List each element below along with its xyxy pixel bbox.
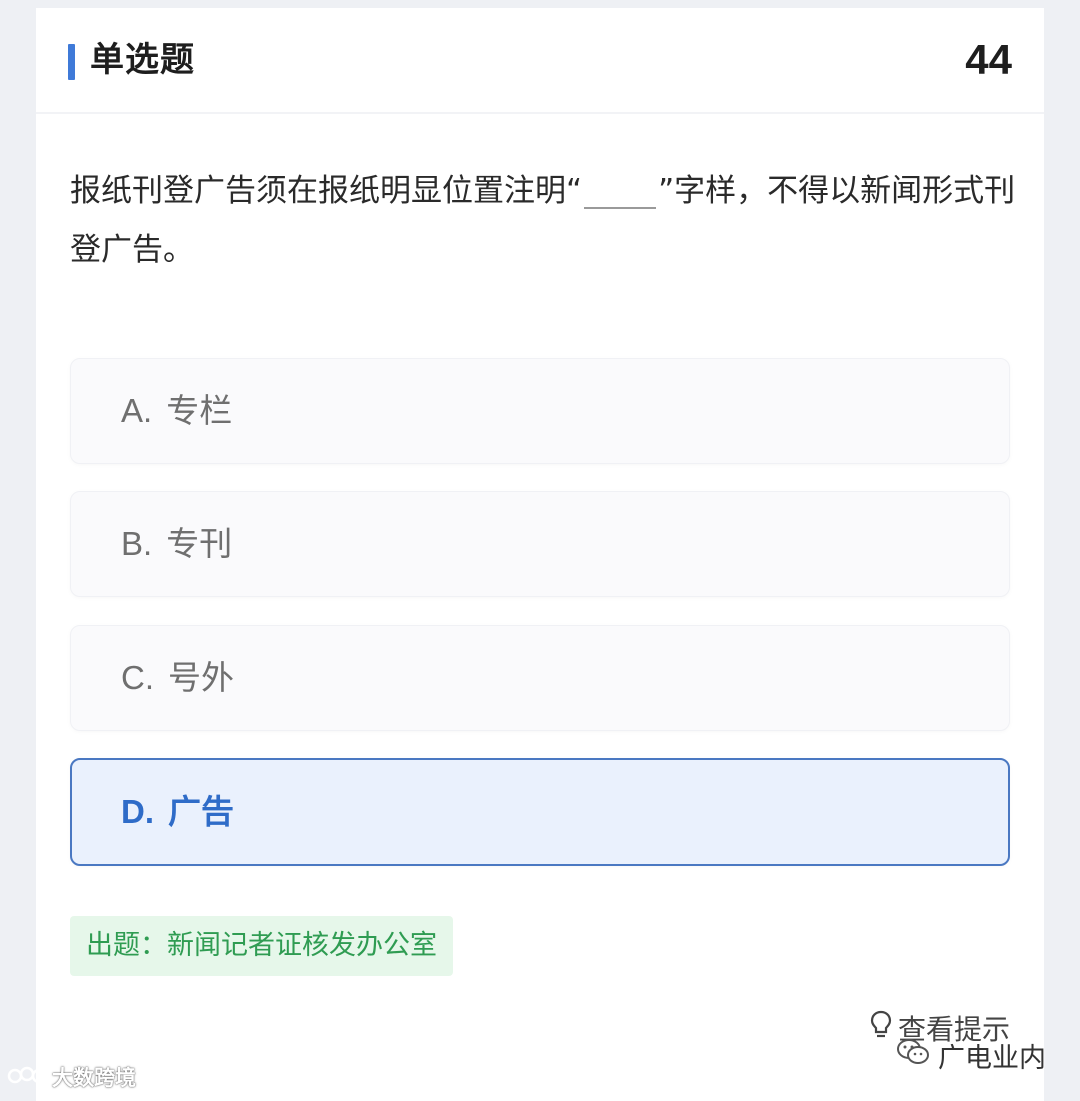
watermark-right-text: 广电业内: [938, 1043, 1046, 1074]
watermark-left: 大数跨境: [6, 1062, 136, 1092]
watermark-left-text: 大数跨境: [52, 1066, 136, 1090]
option-label: 专刊: [166, 524, 233, 563]
option-a[interactable]: A. 专栏: [70, 358, 1010, 464]
lightbulb-icon: [870, 1010, 898, 1047]
option-label: 广告: [168, 792, 234, 831]
option-b[interactable]: B. 专刊: [70, 491, 1010, 597]
header-accent-bar: [68, 44, 75, 80]
watermark-logo-icon: [6, 1064, 52, 1091]
option-letter: A.: [121, 392, 153, 429]
question-text-before: 报纸刊登广告须在报纸明显位置注明“: [70, 173, 583, 209]
watermark-right: 广电业内: [896, 1036, 1046, 1075]
question-card: 单选题 44 报纸刊登广告须在报纸明显位置注明“ ”字样，不得以新闻形式刊登广告。…: [36, 8, 1044, 1101]
option-label: 号外: [168, 658, 234, 697]
option-c[interactable]: C. 号外: [70, 625, 1010, 731]
wechat-icon: [896, 1037, 938, 1074]
option-letter: D.: [121, 793, 154, 830]
card-header: 单选题 44: [36, 8, 1044, 114]
fill-in-blank: [584, 171, 657, 209]
question-source-badge: 出题：新闻记者证核发办公室: [70, 916, 453, 976]
option-letter: B.: [121, 525, 153, 562]
question-text: 报纸刊登广告须在报纸明显位置注明“ ”字样，不得以新闻形式刊登广告。: [70, 162, 1020, 280]
option-label: 专栏: [166, 391, 233, 430]
question-number: 44: [965, 36, 1012, 83]
question-type-title: 单选题: [90, 40, 195, 80]
option-d-selected[interactable]: D. 广告: [70, 758, 1010, 866]
option-letter: C.: [121, 659, 154, 696]
